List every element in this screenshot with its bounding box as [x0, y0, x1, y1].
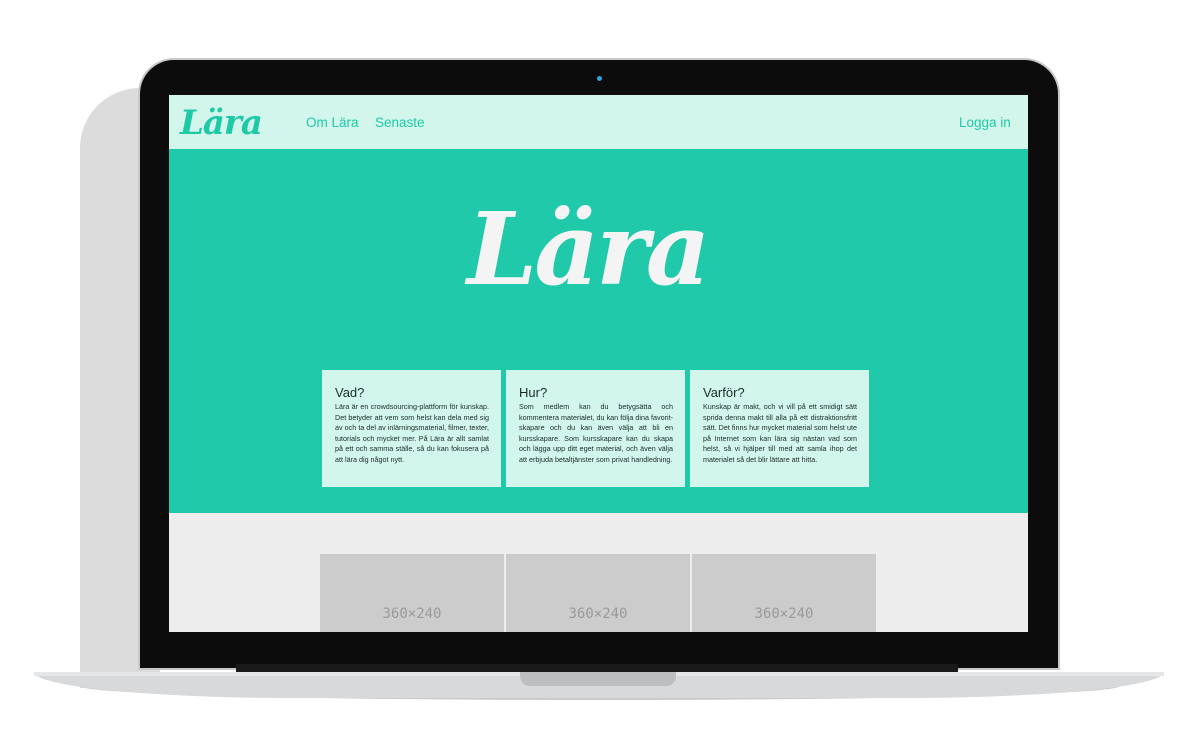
nav-logo[interactable]: Lära [180, 103, 263, 143]
thumbnail-size-label: 360×240 [568, 606, 628, 622]
thumbnail-placeholder[interactable]: 360×240 [320, 554, 504, 632]
info-card-hur: Hur? Som medlem kan du betygsätta och ko… [506, 370, 685, 487]
card-text: Kunskap är makt, och vi vill på ett smid… [703, 402, 857, 464]
login-link[interactable]: Logga in [959, 115, 1011, 130]
thumbnail-placeholder[interactable]: 360×240 [506, 554, 690, 632]
thumbnail-size-label: 360×240 [382, 606, 442, 622]
thumbnail-placeholder[interactable]: 360×240 [692, 554, 876, 632]
navbar: Lära Om Lära Senaste Logga in [169, 95, 1028, 149]
thumbnail-size-label: 360×240 [754, 606, 814, 622]
card-text: Lära är en crowdsourcing-plattform för k… [335, 402, 489, 464]
hero-logo: Lära [467, 190, 711, 308]
info-card-varfor: Varför? Kunskap är makt, och vi vill på … [690, 370, 869, 487]
laptop-screen: Lära Om Lära Senaste Logga in Lära Vad? … [169, 95, 1028, 632]
nav-link-senaste[interactable]: Senaste [375, 115, 425, 130]
camera-icon [597, 76, 602, 81]
card-title: Vad? [335, 385, 365, 400]
hero-section: Lära Vad? Lära är en crowdsourcing-platt… [169, 149, 1028, 513]
laptop-hinge [236, 664, 958, 672]
card-title: Hur? [519, 385, 548, 400]
card-title: Varför? [703, 385, 745, 400]
laptop-notch [520, 672, 676, 686]
info-card-vad: Vad? Lära är en crowdsourcing-plattform … [322, 370, 501, 487]
nav-link-om-lara[interactable]: Om Lära [306, 115, 359, 130]
card-text: Som medlem kan du betygsätta och komment… [519, 402, 673, 464]
